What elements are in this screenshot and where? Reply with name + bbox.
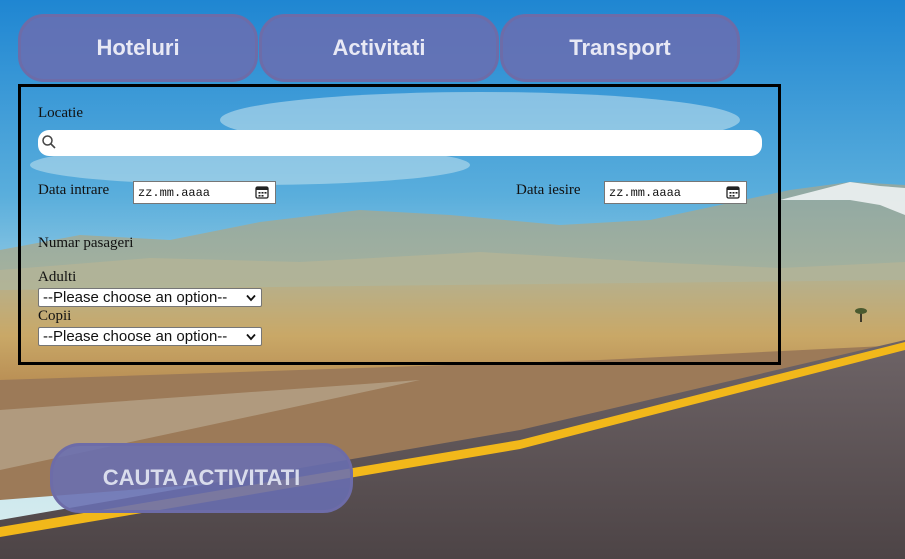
- search-form: Locatie Data intrare zz.mm.aaaa Data ies…: [18, 84, 781, 365]
- chevron-down-icon: [246, 333, 256, 341]
- calendar-icon[interactable]: [255, 185, 269, 199]
- checkin-date-placeholder: zz.mm.aaaa: [138, 186, 211, 200]
- children-select-value: --Please choose an option--: [43, 328, 228, 345]
- checkin-date-input[interactable]: zz.mm.aaaa: [133, 181, 276, 204]
- checkout-label: Data iesire: [516, 182, 581, 198]
- tab-transport[interactable]: Transport: [500, 14, 740, 82]
- checkin-label: Data intrare: [38, 182, 110, 198]
- location-search-field[interactable]: [38, 130, 762, 156]
- checkout-date-placeholder: zz.mm.aaaa: [609, 186, 682, 200]
- search-icon: [42, 135, 56, 149]
- chevron-down-icon: [246, 294, 256, 302]
- adults-select[interactable]: --Please choose an option--: [38, 288, 262, 307]
- tab-hotels[interactable]: Hoteluri: [18, 14, 258, 82]
- adults-select-value: --Please choose an option--: [43, 289, 228, 306]
- tab-activities[interactable]: Activitati: [259, 14, 499, 82]
- checkout-date-input[interactable]: zz.mm.aaaa: [604, 181, 747, 204]
- children-label: Copii: [38, 308, 72, 324]
- search-activities-button[interactable]: CAUTA ACTIVITATI: [50, 443, 353, 513]
- location-label: Locatie: [38, 105, 83, 121]
- location-input[interactable]: [62, 132, 756, 154]
- children-select[interactable]: --Please choose an option--: [38, 327, 262, 346]
- passengers-label: Numar pasageri: [38, 235, 134, 251]
- calendar-icon[interactable]: [726, 185, 740, 199]
- adults-label: Adulti: [38, 269, 77, 285]
